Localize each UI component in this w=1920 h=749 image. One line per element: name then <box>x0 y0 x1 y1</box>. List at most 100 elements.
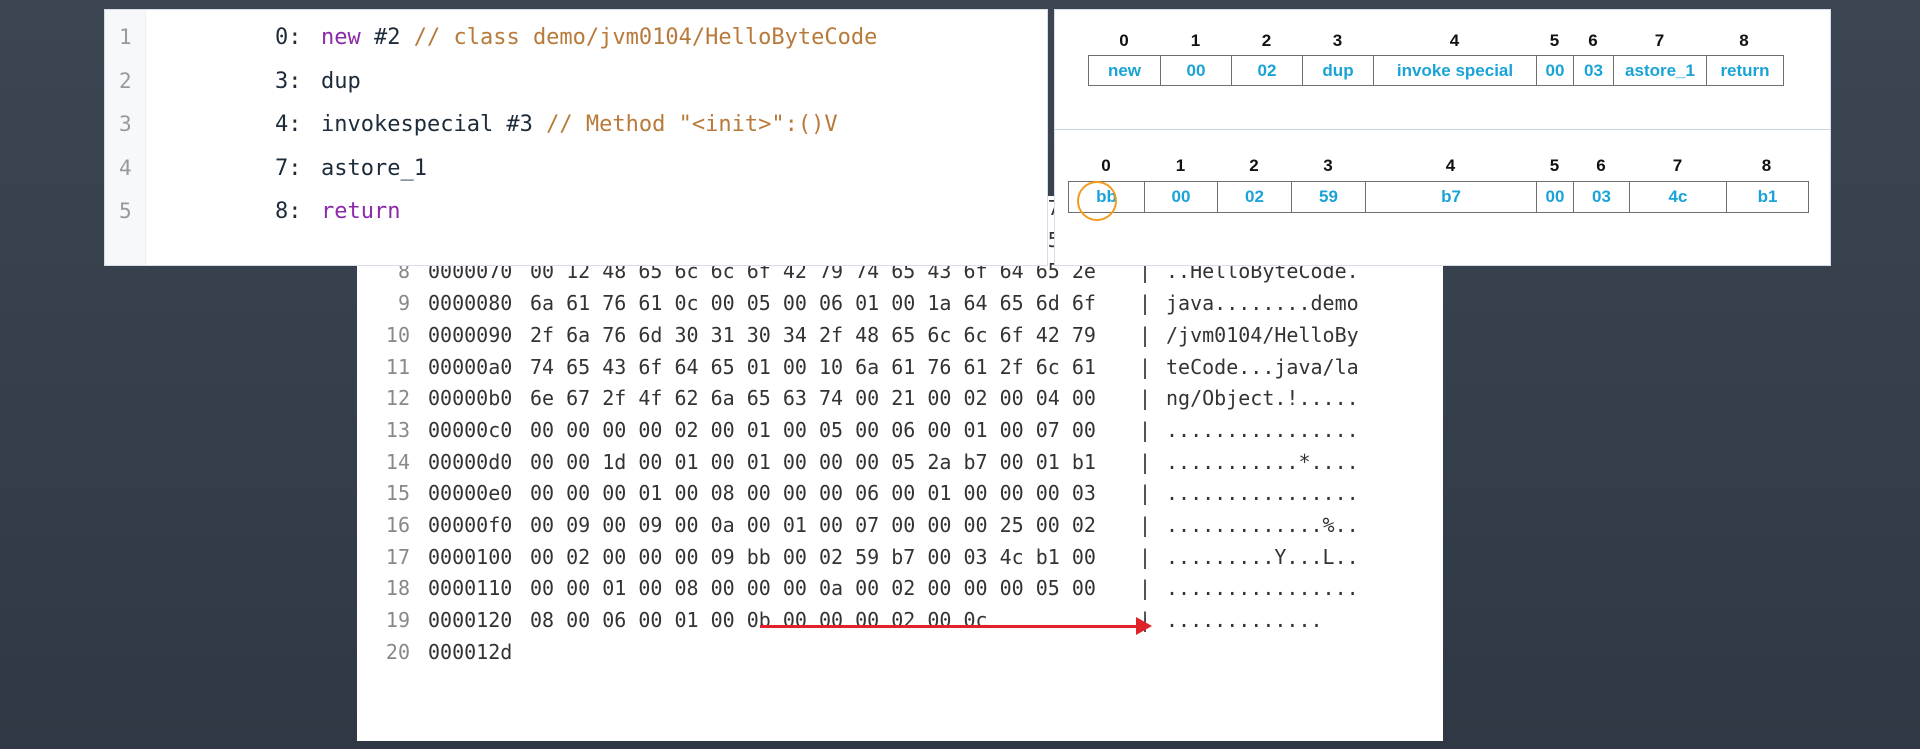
hex-address: 0000090 <box>428 322 513 347</box>
table-index: 7 <box>1672 156 1683 175</box>
table-cell: b1 <box>1757 187 1778 206</box>
instruction-offset: 0: <box>275 25 302 50</box>
code-line-number: 3 <box>119 112 132 136</box>
table-cell: b7 <box>1366 182 1537 212</box>
instruction: invokespecial #3 // Method "<init>":()V <box>321 112 838 137</box>
hex-bytes: 00 00 01 00 08 00 00 00 0a 00 02 00 00 0… <box>530 576 1096 601</box>
hex-bytes: 00 09 00 09 00 0a 00 01 00 07 00 00 00 2… <box>530 513 1096 537</box>
table-index: 2 <box>1249 156 1259 175</box>
hex-dump-row: 16 00000f0 00 09 00 09 00 0a 00 01 00 07 0… <box>357 513 1443 545</box>
hex-separator: | <box>1139 417 1152 442</box>
table-index: 5 <box>1549 156 1560 175</box>
hex-separator: | <box>1139 322 1152 347</box>
opcode-table-row: bb 00 02 59 b7 00 03 4c b1 <box>1068 181 1809 213</box>
instruction-comment: // class demo/jvm0104/HelloByteCode <box>413 25 878 50</box>
table-index: 2 <box>1261 31 1272 50</box>
instruction: dup <box>321 69 361 94</box>
hex-dump-row: 14 00000d0 00 00 1d 00 01 00 01 00 00 00 0… <box>357 450 1443 482</box>
hex-separator: | <box>1139 449 1152 474</box>
hex-bytes: 6a 61 76 61 0c 00 05 00 06 01 00 1a 64 6… <box>530 291 1096 316</box>
hex-bytes: 08 00 06 00 01 00 0b 00 00 00 02 00 0c <box>530 608 988 633</box>
hex-ascii: /jvm0104/HelloBy <box>1166 322 1359 347</box>
highlight-arrow-icon <box>1136 617 1152 635</box>
instruction-operand: dup <box>321 68 361 94</box>
table-cell: dup <box>1303 56 1374 85</box>
hex-address: 00000e0 <box>428 481 513 506</box>
hex-separator: | <box>1139 544 1152 569</box>
hex-ascii: ng/Object.!..... <box>1166 386 1359 411</box>
code-line-number: 4 <box>119 155 132 180</box>
hex-line-number: 9 <box>397 291 410 316</box>
hex-line-number: 16 <box>385 513 410 537</box>
hex-address: 00000a0 <box>428 354 513 379</box>
instruction-operand: astore_1 <box>321 155 427 181</box>
table-cell: 02 <box>1232 56 1303 85</box>
hex-dump-panel: 6000005001 10 01 2f 00 01 01 0f 2f 00 74… <box>357 196 1443 741</box>
hex-address: 0000120 <box>428 608 513 633</box>
hex-ascii: ...........*.... <box>1166 449 1359 474</box>
hex-line-number: 12 <box>385 386 410 411</box>
instruction: return <box>321 199 400 224</box>
hex-line-number: 20 <box>385 639 410 664</box>
code-line: 3 4: invokespecial #3 // Method "<init>":(… <box>105 112 1047 152</box>
table-cell: astore_1 <box>1614 56 1707 85</box>
instruction-offset: 8: <box>275 199 302 224</box>
hex-dump-row: 12 00000b0 6e 67 2f 4f 62 6a 65 63 74 00 2… <box>357 386 1443 418</box>
bytecode-table-panel: 0 1 2 3 4 5 6 7 8 new 00 02 dup invoke special 00 03 ast… <box>1054 9 1831 266</box>
code-line-number: 2 <box>119 68 132 93</box>
hex-bytes: 2f 6a 76 6d 30 31 30 34 2f 48 65 6c 6c 6… <box>530 322 1096 347</box>
hex-dump-row: 11 00000a0 74 65 43 6f 64 65 01 00 10 6a 6… <box>357 355 1443 387</box>
hex-bytes: 74 65 43 6f 64 65 01 00 10 6a 61 76 61 2… <box>530 354 1096 379</box>
hex-bytes: 00 02 00 00 00 09 bb 00 02 59 b7 00 03 4… <box>530 544 1096 569</box>
hex-address: 0000100 <box>428 544 513 569</box>
hex-line-number: 17 <box>385 544 410 569</box>
hex-separator: | <box>1139 576 1152 601</box>
hex-ascii: ................ <box>1166 576 1359 601</box>
instruction-keyword: return <box>321 199 401 224</box>
highlight-circle <box>1077 181 1117 221</box>
table-cell: 00 <box>1161 56 1232 85</box>
hex-separator: | <box>1139 354 1152 379</box>
hex-address: 00000d0 <box>428 449 513 474</box>
table-index: 8 <box>1761 156 1772 175</box>
code-line: 1 0: new #2 // class demo/jvm0104/HelloByt… <box>105 25 1047 65</box>
code-line: 4 7: astore_1 <box>105 156 1047 196</box>
hex-dump-row: 9 0000080 6a 61 76 61 0c 00 05 00 06 01 00… <box>357 291 1443 323</box>
table-divider <box>1055 129 1830 130</box>
hex-bytes: 00 00 00 01 00 08 00 00 00 06 00 01 00 0… <box>530 481 1096 506</box>
table-index: 8 <box>1739 31 1749 50</box>
hex-line-number: 18 <box>385 576 410 601</box>
table-index: 4 <box>1445 156 1456 175</box>
hex-address: 00000f0 <box>428 513 513 537</box>
hex-dump-row: 10 0000090 2f 6a 76 6d 30 31 30 34 2f 48 6… <box>357 323 1443 355</box>
hex-ascii: ................ <box>1166 481 1359 506</box>
hex-ascii: teCode...java/la <box>1166 354 1359 379</box>
hex-bytes: 00 00 00 00 02 00 01 00 05 00 06 00 01 0… <box>530 417 1096 442</box>
instruction-operand: invokespecial #3 <box>321 112 547 137</box>
hex-ascii: .............%.. <box>1166 513 1359 537</box>
hex-ascii: java........demo <box>1166 291 1359 316</box>
instruction: astore_1 <box>321 156 427 181</box>
hex-line-number: 11 <box>385 354 410 379</box>
table-index: 1 <box>1190 31 1201 50</box>
table-cell: 4c <box>1630 182 1727 212</box>
table-cell: new <box>1089 56 1161 85</box>
hex-line-number: 19 <box>385 608 410 633</box>
code-line-number: 5 <box>119 199 132 223</box>
hex-dump-row: 13 00000c0 00 00 00 00 02 00 01 00 05 00 0… <box>357 418 1443 450</box>
highlight-underline <box>760 625 1138 628</box>
hex-line-number: 15 <box>385 481 410 506</box>
mnemonic-table-row: new 00 02 dup invoke special 00 03 astore_1 retu… <box>1088 55 1784 86</box>
table-index: 1 <box>1175 156 1186 175</box>
instruction: new #2 // class demo/jvm0104/HelloByteCo… <box>321 25 877 50</box>
bytecode-listing-panel: 1 0: new #2 // class demo/jvm0104/HelloByt… <box>104 9 1048 266</box>
hex-address: 0000110 <box>428 576 513 601</box>
hex-address: 000012d <box>428 639 513 664</box>
hex-line-number: 14 <box>385 449 410 474</box>
hex-address: 00000b0 <box>428 386 513 411</box>
table-index: 4 <box>1449 31 1460 50</box>
hex-address: 00000c0 <box>428 417 513 442</box>
table-index: 0 <box>1119 31 1129 50</box>
table-cell: 00 <box>1145 182 1218 212</box>
hex-ascii: .........Y...L.. <box>1166 544 1359 569</box>
